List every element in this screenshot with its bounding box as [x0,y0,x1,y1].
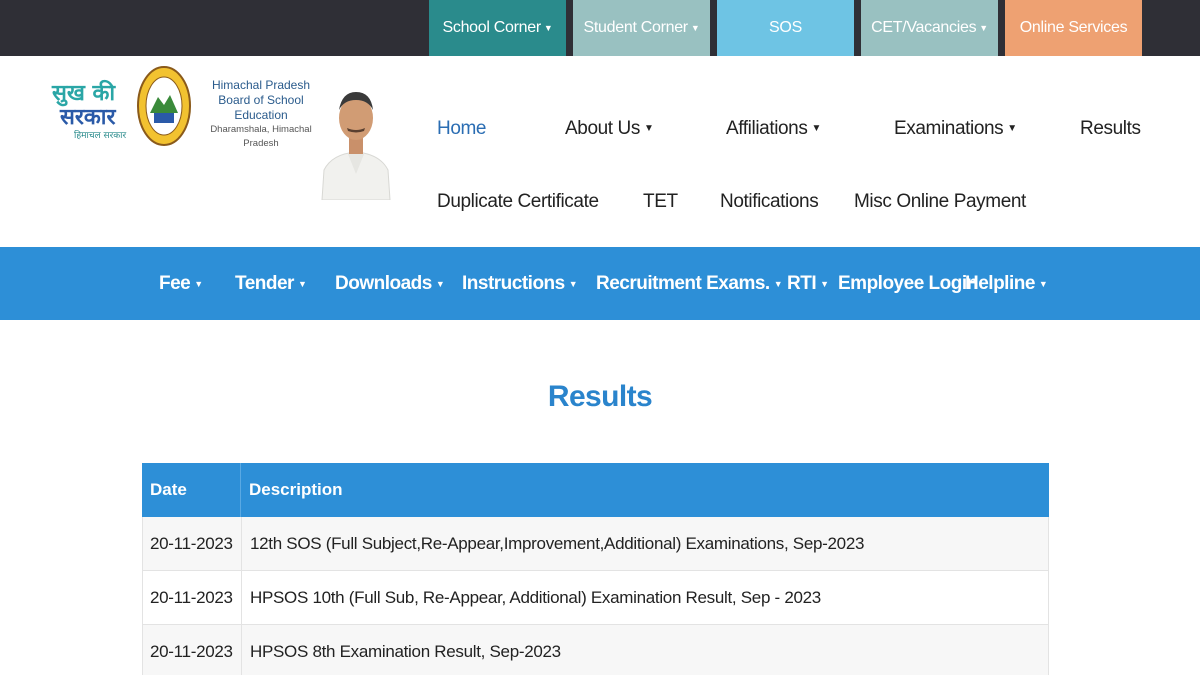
nav-label: About Us [565,118,640,139]
menu-label: Employee Login [838,272,978,294]
row-date: 20-11-2023 [143,625,242,675]
nav-about-us[interactable]: About Us ▼ [565,118,654,140]
menu-fee[interactable]: Fee ▼ [159,247,203,320]
nav-affiliations[interactable]: Affiliations ▼ [726,118,821,140]
menu-label: Instructions [462,272,565,294]
caret-down-icon: ▼ [690,23,700,33]
top-menu-school-corner[interactable]: School Corner ▼ [429,0,566,56]
table-row: 20-11-2023 HPSOS 10th (Full Sub, Re-Appe… [142,571,1049,625]
top-menu-label: SOS [769,19,802,36]
caret-down-icon: ▼ [811,123,821,135]
top-menu-student-corner[interactable]: Student Corner ▼ [573,0,710,56]
menu-label: RTI [787,272,817,294]
slogan-line2: सरकार [59,105,116,130]
chief-minister-portrait [318,74,394,200]
top-menu-sos[interactable]: SOS [717,0,854,56]
page-title: Results [547,380,653,413]
row-date: 20-11-2023 [143,571,242,624]
board-seal-logo[interactable] [136,65,192,147]
caret-down-icon: ▼ [568,278,578,289]
top-menu-online-services[interactable]: Online Services [1005,0,1142,56]
table-header: Date Description [142,463,1049,517]
top-menu-label: Student Corner [583,19,689,36]
table-row: 20-11-2023 12th SOS (Full Subject,Re-App… [142,517,1049,571]
menu-instructions[interactable]: Instructions ▼ [462,247,578,320]
row-date: 20-11-2023 [143,517,242,570]
menu-label: Fee [159,272,191,294]
board-name-line1: Himachal Pradesh [211,78,311,92]
table-body: 20-11-2023 12th SOS (Full Subject,Re-App… [142,517,1049,675]
menu-downloads[interactable]: Downloads ▼ [335,247,445,320]
slogan-logo[interactable]: सुख की सरकार हिमाचल सरकार [50,76,130,146]
row-description-link[interactable]: 12th SOS (Full Subject,Re-Appear,Improve… [242,517,1048,570]
menu-rti[interactable]: RTI ▼ [787,247,829,320]
caret-down-icon: ▼ [773,278,783,289]
nav-tet[interactable]: TET [643,191,678,213]
top-menu-label: School Corner [442,19,542,36]
nav-label: Examinations [894,118,1004,139]
top-menu-cet-vacancies[interactable]: CET/Vacancies ▼ [861,0,998,56]
menu-helpline[interactable]: Helpline ▼ [965,247,1048,320]
site-header: सुख की सरकार हिमाचल सरकार Himachal Prade… [0,56,1200,247]
board-name: Himachal Pradesh Board of School Educati… [196,78,326,151]
caret-down-icon: ▼ [543,23,553,33]
menu-recruitment-exams[interactable]: Recruitment Exams. ▼ [596,247,783,320]
menu-employee-login[interactable]: Employee Login [838,247,978,320]
slogan-line1: सुख की [51,79,116,107]
caret-down-icon: ▼ [979,23,988,33]
menu-label: Tender [235,272,294,294]
nav-results[interactable]: Results [1080,118,1141,140]
nav-duplicate-certificate[interactable]: Duplicate Certificate [437,191,599,213]
results-table: Date Description 20-11-2023 12th SOS (Fu… [142,463,1049,675]
secondary-menu-bar: Fee ▼ Tender ▼ Downloads ▼ Instructions ▼ Re… [0,247,1200,320]
nav-home[interactable]: Home [437,118,486,140]
nav-label: Affiliations [726,118,808,139]
caret-down-icon: ▼ [435,278,445,289]
row-description-link[interactable]: HPSOS 8th Examination Result, Sep-2023 [242,625,1048,675]
header-description: Description [249,480,343,499]
caret-down-icon: ▼ [194,278,203,289]
menu-tender[interactable]: Tender ▼ [235,247,307,320]
row-description-link[interactable]: HPSOS 10th (Full Sub, Re-Appear, Additio… [242,571,1048,624]
top-bar: School Corner ▼ Student Corner ▼ SOS CET/V… [0,0,1200,56]
caret-down-icon: ▼ [297,278,307,289]
caret-down-icon: ▼ [643,123,654,135]
caret-down-icon: ▼ [1007,123,1017,135]
caret-down-icon: ▼ [820,278,829,289]
board-name-line2: Board of School Education [218,93,304,122]
board-address: Dharamshala, Himachal Pradesh [210,124,312,149]
slogan-line3: हिमाचल सरकार [74,129,127,141]
menu-label: Helpline [965,272,1035,294]
header-date: Date [142,463,241,517]
nav-examinations[interactable]: Examinations ▼ [894,118,1017,140]
menu-label: Recruitment Exams. [596,272,770,294]
menu-label: Downloads [335,272,432,294]
caret-down-icon: ▼ [1038,278,1048,289]
nav-notifications[interactable]: Notifications [720,191,819,213]
nav-misc-online-payment[interactable]: Misc Online Payment [854,191,1026,213]
top-menu-label: CET/Vacancies [871,19,977,36]
table-row: 20-11-2023 HPSOS 8th Examination Result,… [142,625,1049,675]
top-menu-label: Online Services [1019,19,1128,36]
